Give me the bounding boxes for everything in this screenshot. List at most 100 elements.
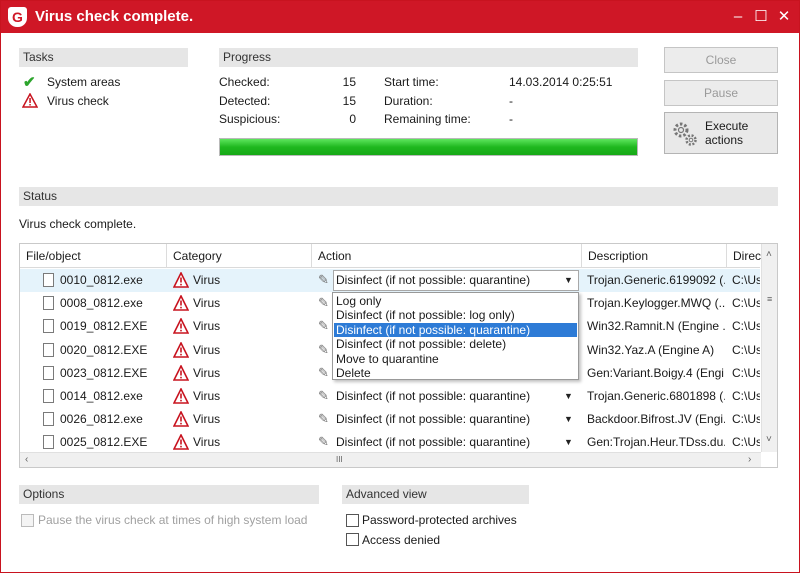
scroll-right-icon[interactable]: › — [748, 454, 751, 465]
description-value: Trojan.Generic.6801898 (... — [587, 389, 725, 403]
directory-value: C:\Us — [732, 412, 760, 427]
access-denied-label: Access denied — [362, 533, 441, 547]
minimize-button[interactable]: – — [727, 6, 749, 28]
scroll-thumb[interactable]: ≡ — [767, 294, 772, 304]
category-value: Virus — [193, 342, 221, 357]
suspicious-label: Suspicious: — [219, 112, 281, 126]
table-row[interactable]: 0010_0812.exe Virus ✎ Disinfect (if not pos… — [20, 269, 760, 292]
pause-checkbox[interactable] — [21, 514, 34, 527]
main-window: G Virus check complete. – ☐ ✕ Tasks ✔ Sy… — [0, 0, 800, 573]
checkmark-icon: ✔ — [23, 74, 36, 91]
category-value: Virus — [193, 389, 221, 403]
table-row[interactable]: 0026_0812.exe Virus ✎ Disinfect (if not pos… — [20, 408, 760, 431]
syringe-icon: ✎ — [318, 295, 329, 311]
dropdown-option[interactable]: Disinfect (if not possible: log only) — [334, 308, 577, 322]
suspicious-value: 0 — [349, 112, 356, 126]
scroll-left-icon[interactable]: ‹ — [25, 454, 28, 465]
advanced-view-header: Advanced view — [342, 485, 529, 504]
directory-value: C:\Us — [732, 389, 760, 403]
column-description[interactable]: Description — [582, 244, 727, 268]
checked-value: 15 — [342, 75, 356, 89]
file-name: 0014_0812.exe — [60, 389, 143, 403]
file-icon — [43, 365, 54, 380]
execute-actions-button[interactable]: Execute actions — [664, 112, 778, 154]
detected-value: 15 — [342, 94, 356, 108]
file-icon — [43, 342, 54, 357]
hscroll-grip[interactable]: III — [336, 455, 343, 464]
column-directory[interactable]: Direct — [727, 244, 764, 268]
progress-bar-fill — [220, 139, 637, 155]
description-value: Gen:Variant.Boigy.4 (Engi... — [587, 365, 725, 380]
task-virus-check: Virus check — [47, 94, 109, 108]
virus-warning-icon — [173, 272, 189, 288]
file-icon — [43, 319, 54, 334]
directory-value: C:\Us — [732, 342, 760, 357]
execute-label-line2: actions — [705, 133, 744, 147]
task-system-areas: System areas — [47, 75, 121, 89]
action-value[interactable]: Disinfect (if not possible: quarantine) — [336, 431, 566, 454]
syringe-icon: ✎ — [318, 341, 329, 357]
horizontal-scrollbar[interactable]: ‹ III › — [20, 452, 761, 467]
directory-value: C:\Us — [732, 435, 760, 450]
pause-button[interactable]: Pause — [664, 80, 778, 106]
file-icon — [43, 296, 54, 311]
virus-warning-icon — [173, 318, 189, 335]
file-name: 0008_0812.exe — [60, 296, 143, 311]
access-denied-checkbox[interactable] — [346, 533, 359, 546]
progress-bar — [219, 138, 638, 156]
action-dropdown-list[interactable]: Log only Disinfect (if not possible: log … — [332, 292, 579, 380]
description-value: Win32.Yaz.A (Engine A) — [587, 342, 715, 357]
column-file-object[interactable]: File/object — [20, 244, 167, 268]
pause-checkbox-label: Pause the virus check at times of high s… — [38, 513, 308, 527]
table-row[interactable]: 0014_0812.exe Virus ✎ Disinfect (if not pos… — [20, 385, 760, 408]
vertical-scrollbar[interactable]: ˄ ≡ ˅ — [761, 244, 777, 452]
directory-value: C:\Us — [732, 296, 760, 311]
syringe-icon: ✎ — [318, 388, 329, 403]
description-value: Trojan.Keylogger.MWQ (... — [587, 296, 725, 311]
scroll-up-icon[interactable]: ˄ — [766, 249, 772, 260]
dropdown-option[interactable]: Move to quarantine — [334, 352, 577, 366]
chevron-down-icon[interactable]: ▼ — [564, 269, 573, 292]
dropdown-option[interactable]: Disinfect (if not possible: delete) — [334, 337, 577, 351]
file-icon — [43, 435, 54, 450]
virus-warning-icon — [173, 434, 189, 451]
table-row[interactable]: 0025_0812.EXE Virus ✎ Disinfect (if not pos… — [20, 431, 760, 454]
gears-icon — [673, 122, 697, 146]
chevron-down-icon[interactable]: ▼ — [564, 431, 573, 454]
description-value: Trojan.Generic.6199092 (... — [587, 273, 725, 287]
remaining-time-value: - — [509, 112, 513, 126]
dropdown-option[interactable]: Disinfect (if not possible: quarantine) — [334, 322, 577, 337]
category-value: Virus — [193, 296, 221, 311]
maximize-button[interactable]: ☐ — [750, 6, 772, 28]
file-name: 0019_0812.EXE — [60, 319, 148, 334]
status-header: Status — [19, 187, 778, 206]
title-bar[interactable]: G Virus check complete. – ☐ ✕ — [1, 1, 799, 33]
action-value[interactable]: Disinfect (if not possible: quarantine) — [336, 408, 566, 431]
table-header: File/object Category Action Description … — [20, 244, 764, 268]
syringe-icon: ✎ — [318, 364, 329, 380]
action-value[interactable]: Disinfect (if not possible: quarantine) — [336, 269, 566, 292]
file-icon — [43, 389, 54, 403]
syringe-icon: ✎ — [318, 434, 329, 450]
duration-label: Duration: — [384, 94, 433, 108]
category-value: Virus — [193, 319, 221, 334]
description-value: Backdoor.Bifrost.JV (Engi... — [587, 412, 725, 427]
close-window-button[interactable]: ✕ — [773, 6, 795, 28]
chevron-down-icon[interactable]: ▼ — [564, 385, 573, 408]
column-category[interactable]: Category — [167, 244, 312, 268]
dropdown-option[interactable]: Log only — [334, 294, 577, 308]
column-action[interactable]: Action — [312, 244, 582, 268]
category-value: Virus — [193, 435, 221, 450]
action-value[interactable]: Disinfect (if not possible: quarantine) — [336, 385, 566, 408]
options-header: Options — [19, 485, 319, 504]
description-value: Gen:Trojan.Heur.TDss.du... — [587, 435, 725, 450]
category-value: Virus — [193, 412, 221, 427]
execute-label-line1: Execute — [705, 119, 749, 133]
close-button[interactable]: Close — [664, 47, 778, 73]
directory-value: C:\Us — [732, 319, 760, 334]
dropdown-option[interactable]: Delete — [334, 366, 577, 380]
virus-warning-icon — [173, 295, 189, 311]
chevron-down-icon[interactable]: ▼ — [564, 408, 573, 431]
password-protected-checkbox[interactable] — [346, 514, 359, 527]
scroll-down-icon[interactable]: ˅ — [766, 434, 772, 445]
